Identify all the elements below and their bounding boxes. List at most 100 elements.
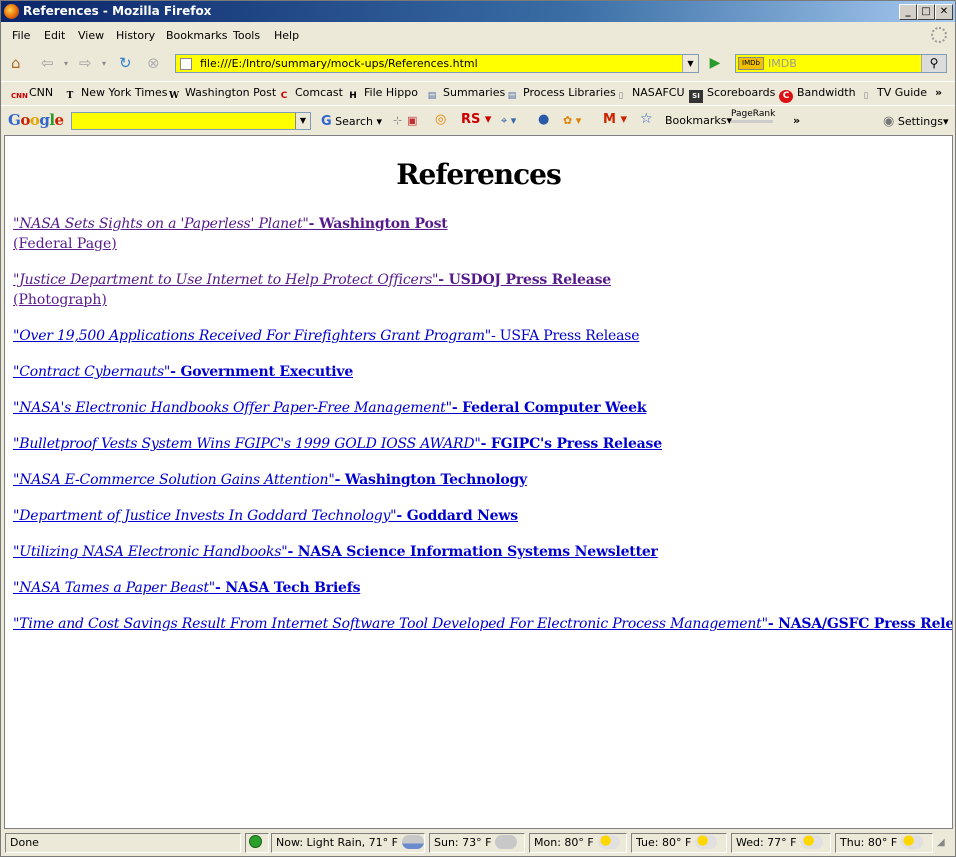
weather-mon[interactable]: Mon: 80° F — [529, 833, 627, 853]
star-icon[interactable]: ☆ — [640, 111, 653, 127]
title-bar: References - Mozilla Firefox _ □ ✕ — [1, 1, 955, 22]
reference-link-5[interactable]: "NASA's Electronic Handbooks Offer Paper… — [13, 400, 647, 416]
url-bar[interactable]: file:///E:/Intro/summary/mock-ups/Refere… — [175, 54, 699, 73]
bookmark-comcast[interactable]: C Comcast — [277, 86, 343, 103]
reference-link-2[interactable]: "Justice Department to Use Internet to H… — [13, 272, 611, 288]
imdb-engine-icon[interactable]: IMDb — [738, 57, 764, 70]
bookmark-washington-post[interactable]: W Washington Post — [167, 86, 276, 103]
reference-link-3[interactable]: "Over 19,500 Applications Received For F… — [13, 328, 639, 344]
google-search-dropdown-icon[interactable]: ▼ — [295, 113, 310, 129]
go-icon[interactable]: ▶ — [703, 55, 727, 73]
bookmarks-overflow-icon[interactable]: » — [935, 86, 942, 99]
page-heading: References — [396, 158, 562, 191]
home-icon[interactable]: ⌂ — [11, 54, 21, 72]
weather-sun[interactable]: Sun: 73° F — [429, 833, 525, 853]
summaries-page-icon: ▤ — [427, 91, 437, 101]
bookmark-bandwidth[interactable]: C Bandwidth — [779, 86, 856, 103]
menu-bookmarks[interactable]: Bookmarks — [166, 29, 227, 42]
google-settings-button[interactable]: ◉ Settings▾ — [883, 114, 949, 129]
menu-help[interactable]: Help — [274, 29, 299, 42]
bookmark-nasafcu[interactable]: ▯ NASAFCU — [614, 86, 685, 103]
search-input[interactable]: IMDB — [768, 57, 797, 70]
back-icon[interactable]: ⇦ — [41, 54, 54, 72]
bookmark-file-hippo[interactable]: H File Hippo — [346, 86, 418, 103]
bookmark-process-libraries[interactable]: ▤ Process Libraries — [505, 86, 616, 103]
gadgets-icon[interactable]: ✿ ▾ — [563, 114, 581, 127]
google-g-icon: G — [321, 114, 332, 129]
highlight-icon[interactable]: ⊹ — [393, 114, 402, 127]
url-dropdown-icon[interactable]: ▼ — [682, 55, 698, 72]
google-search-button[interactable]: G Search ▾ — [321, 114, 382, 129]
bookmark-summaries[interactable]: ▤ Summaries — [425, 86, 505, 103]
nasafcu-page-icon: ▯ — [618, 91, 624, 101]
reference-link-10[interactable]: "NASA Tames a Paper Beast"- NASA Tech Br… — [13, 580, 360, 596]
throbber-icon — [931, 27, 947, 43]
weather-thu[interactable]: Thu: 80° F — [835, 833, 933, 853]
reference-link-1[interactable]: "NASA Sets Sights on a 'Paperless' Plane… — [13, 216, 448, 232]
minimize-button[interactable]: _ — [899, 4, 917, 20]
process-libraries-page-icon: ▤ — [507, 91, 517, 101]
partly-sunny-icon — [597, 835, 620, 849]
partly-sunny-icon — [800, 835, 823, 849]
menu-edit[interactable]: Edit — [44, 29, 65, 42]
firefox-icon — [4, 4, 19, 19]
forward-icon[interactable]: ⇨ — [79, 54, 92, 72]
bookmark-new-york-times[interactable]: T New York Times — [63, 86, 168, 103]
bookmark-tv-guide[interactable]: ▯ TV Guide — [859, 86, 928, 103]
google-bookmarks-button[interactable]: Bookmarks▾ — [665, 114, 732, 127]
search-bar[interactable]: IMDb IMDB ⚲ — [735, 54, 947, 73]
search-icon[interactable]: ⚲ — [921, 55, 946, 72]
forward-dropdown-icon[interactable]: ▾ — [102, 59, 106, 68]
sidewiki-icon[interactable]: ⌖ ▾ — [501, 114, 516, 128]
resize-grip-icon[interactable]: ◢ — [937, 837, 945, 848]
bookmark-cnn[interactable]: CNNCNN — [11, 86, 53, 103]
menu-file[interactable]: File — [12, 29, 30, 42]
weather-wed[interactable]: Wed: 77° F — [731, 833, 831, 853]
cnn-icon: CNN — [11, 92, 28, 100]
picasa-icon[interactable]: ◎ — [435, 112, 446, 127]
status-indicator[interactable] — [245, 833, 269, 853]
window-title: References - Mozilla Firefox — [23, 4, 212, 18]
status-bar: Done Now: Light Rain, 71° F Sun: 73° F M… — [1, 831, 955, 856]
comcast-icon: C — [280, 91, 288, 101]
reference-link-9[interactable]: "Utilizing NASA Electronic Handbooks"- N… — [13, 544, 658, 560]
stop-icon[interactable]: ⊗ — [147, 54, 160, 72]
menu-tools[interactable]: Tools — [233, 29, 260, 42]
reference-sub-link-2[interactable]: (Photograph) — [13, 292, 107, 308]
google-logo[interactable]: Google — [8, 111, 64, 129]
si-icon: SI — [689, 90, 703, 103]
navigation-toolbar: ⌂ ⇦ ▾ ⇨ ▾ ↻ ⊗ file:///E:/Intro/summary/m… — [1, 49, 955, 79]
maximize-button[interactable]: □ — [917, 4, 935, 20]
partly-sunny-icon — [695, 835, 718, 849]
gmail-icon[interactable]: M ▾ — [603, 112, 627, 127]
pagerank-bar — [731, 120, 773, 123]
rs-icon[interactable]: RS ▾ — [461, 112, 491, 127]
url-text[interactable]: file:///E:/Intro/summary/mock-ups/Refere… — [200, 57, 478, 70]
reference-link-4[interactable]: "Contract Cybernauts"- Government Execut… — [13, 364, 353, 380]
reference-link-7[interactable]: "NASA E-Commerce Solution Gains Attentio… — [13, 472, 527, 488]
reference-link-8[interactable]: "Department of Justice Invests In Goddar… — [13, 508, 518, 524]
menu-history[interactable]: History — [116, 29, 155, 42]
google-search-input[interactable]: ▼ — [71, 112, 311, 130]
google-overflow-icon[interactable]: » — [793, 114, 800, 127]
reference-link-11[interactable]: "Time and Cost Savings Result From Inter… — [13, 616, 952, 632]
bandwidth-icon: C — [779, 90, 793, 103]
google-toolbar: Google ▼ G Search ▾ ⊹ ▣ ◎ RS ▾ ⌖ ▾ ● ✿ ▾… — [1, 105, 955, 134]
nyt-icon: T — [66, 91, 74, 101]
reference-link-6[interactable]: "Bulletproof Vests System Wins FGIPC's 1… — [13, 436, 662, 452]
news-icon[interactable]: ▣ — [407, 114, 417, 127]
bookmark-scoreboards[interactable]: SI Scoreboards — [689, 86, 775, 103]
tv-guide-page-icon: ▯ — [863, 91, 869, 101]
earth-icon[interactable]: ● — [538, 112, 549, 127]
green-status-icon — [249, 835, 262, 848]
close-button[interactable]: ✕ — [935, 4, 953, 20]
menu-bar: File Edit View History Bookmarks Tools H… — [1, 25, 955, 47]
reload-icon[interactable]: ↻ — [119, 54, 132, 72]
pagerank-indicator[interactable]: PageRank — [731, 109, 775, 123]
back-dropdown-icon[interactable]: ▾ — [64, 59, 68, 68]
weather-now[interactable]: Now: Light Rain, 71° F — [271, 833, 425, 853]
reference-sub-link-1[interactable]: (Federal Page) — [13, 236, 117, 252]
menu-view[interactable]: View — [78, 29, 104, 42]
weather-tue[interactable]: Tue: 80° F — [631, 833, 727, 853]
washington-post-icon: W — [168, 91, 180, 101]
